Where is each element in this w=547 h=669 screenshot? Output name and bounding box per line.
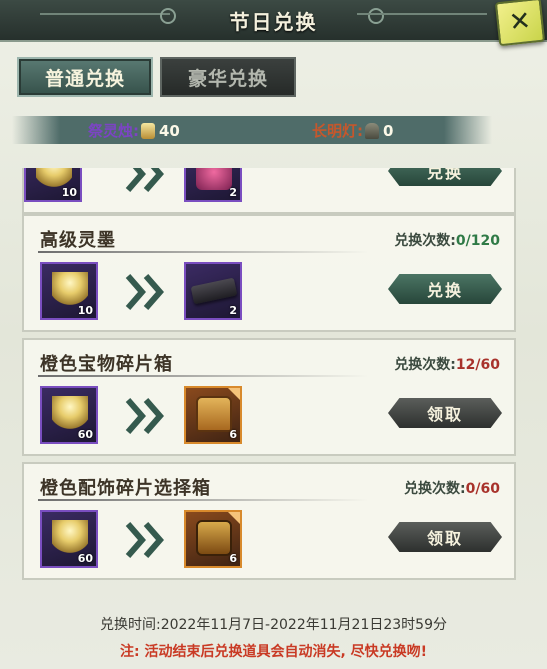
item-name: 高级灵墨 <box>40 230 116 251</box>
list-item: 10 2 兑换 <box>22 168 516 214</box>
divider <box>38 375 368 377</box>
input-item-slot[interactable]: 60 <box>40 510 98 568</box>
candle-icon <box>141 122 155 139</box>
chevron-right-icon <box>125 522 164 558</box>
exchange-list[interactable]: 10 2 兑换 高级灵墨 兑换次数:0/120 10 2 兑换 橙色宝物碎片箱 … <box>22 168 516 583</box>
candle-icon <box>52 272 88 308</box>
header-knot-icon <box>368 8 384 24</box>
page-title: 节日兑换 <box>229 10 318 34</box>
currency-lamp: 长明灯: 0 <box>312 120 393 141</box>
exchange-count-label: 兑换次数: <box>404 481 466 497</box>
tab-deluxe-exchange[interactable]: 豪华兑换 <box>160 57 296 97</box>
exchange-count-value: 12/60 <box>455 357 500 373</box>
exchange-count-value: 0/60 <box>465 481 500 497</box>
item-name: 橙色宝物碎片箱 <box>40 354 173 375</box>
candle-icon <box>52 520 88 556</box>
exchange-count-value: 0/120 <box>455 233 500 249</box>
chevron-right-icon <box>125 274 164 310</box>
chevron-right-icon <box>125 168 164 192</box>
currency-candle-label: 祭灵烛: <box>88 122 139 140</box>
dragon-chest-icon <box>196 520 232 556</box>
lamp-icon <box>365 122 379 139</box>
output-item-qty: 6 <box>229 428 237 441</box>
divider <box>38 251 368 253</box>
currency-bar: 祭灵烛: 40 长明灯: 0 <box>12 116 492 144</box>
candle-icon <box>52 396 88 432</box>
currency-candle: 祭灵烛: 40 <box>88 120 180 141</box>
divider <box>38 499 368 501</box>
input-item-qty: 60 <box>77 428 93 441</box>
treasure-chest-icon <box>196 396 232 432</box>
currency-lamp-label: 长明灯: <box>312 122 363 140</box>
currency-lamp-value: 0 <box>383 121 394 140</box>
exchange-button[interactable]: 兑换 <box>388 274 502 304</box>
currency-candle-value: 40 <box>159 121 180 140</box>
claim-button[interactable]: 领取 <box>388 398 502 428</box>
item-name: 橙色配饰碎片选择箱 <box>40 478 211 499</box>
output-item-qty: 6 <box>229 552 237 565</box>
exchange-count-label: 兑换次数: <box>394 233 456 249</box>
list-item: 橙色配饰碎片选择箱 兑换次数:0/60 60 6 领取 <box>22 462 516 580</box>
output-item-slot[interactable]: 2 <box>184 262 242 320</box>
gem-icon <box>196 168 232 190</box>
input-item-slot[interactable]: 10 <box>24 168 82 202</box>
input-item-slot[interactable]: 10 <box>40 262 98 320</box>
exchange-panel: 节日兑换 ✕ 普通兑换 豪华兑换 祭灵烛: 40 长明灯: 0 10 2 兑换 … <box>0 0 547 669</box>
list-item: 橙色宝物碎片箱 兑换次数:12/60 60 6 领取 <box>22 338 516 456</box>
ink-stick-icon <box>190 277 238 305</box>
chevron-right-icon <box>125 398 164 434</box>
exchange-time: 兑换时间:2022年11月7日-2022年11月21日23时59分 <box>99 617 447 633</box>
exchange-count: 兑换次数:12/60 <box>394 354 500 374</box>
exchange-count: 兑换次数:0/120 <box>394 230 500 250</box>
tab-normal-exchange[interactable]: 普通兑换 <box>17 57 153 97</box>
input-item-qty: 60 <box>77 552 93 565</box>
output-item-qty: 2 <box>229 304 237 317</box>
input-item-qty: 10 <box>77 304 93 317</box>
claim-button[interactable]: 领取 <box>388 522 502 552</box>
output-item-slot[interactable]: 2 <box>184 168 242 202</box>
input-item-qty: 10 <box>61 186 77 199</box>
output-item-slot[interactable]: 6 <box>184 510 242 568</box>
header-decoration-right <box>357 13 487 15</box>
header-bar: 节日兑换 <box>0 0 547 42</box>
exchange-button[interactable]: 兑换 <box>388 168 502 186</box>
exchange-count: 兑换次数:0/60 <box>404 478 500 498</box>
exchange-count-label: 兑换次数: <box>394 357 456 373</box>
output-item-slot[interactable]: 6 <box>184 386 242 444</box>
warning-note: 注: 活动结束后兑换道具会自动消失, 尽快兑换吻! <box>119 644 428 660</box>
list-item: 高级灵墨 兑换次数:0/120 10 2 兑换 <box>22 214 516 332</box>
close-button[interactable]: ✕ <box>494 0 546 47</box>
close-icon: ✕ <box>507 5 533 39</box>
output-item-qty: 2 <box>229 186 237 199</box>
input-item-slot[interactable]: 60 <box>40 386 98 444</box>
